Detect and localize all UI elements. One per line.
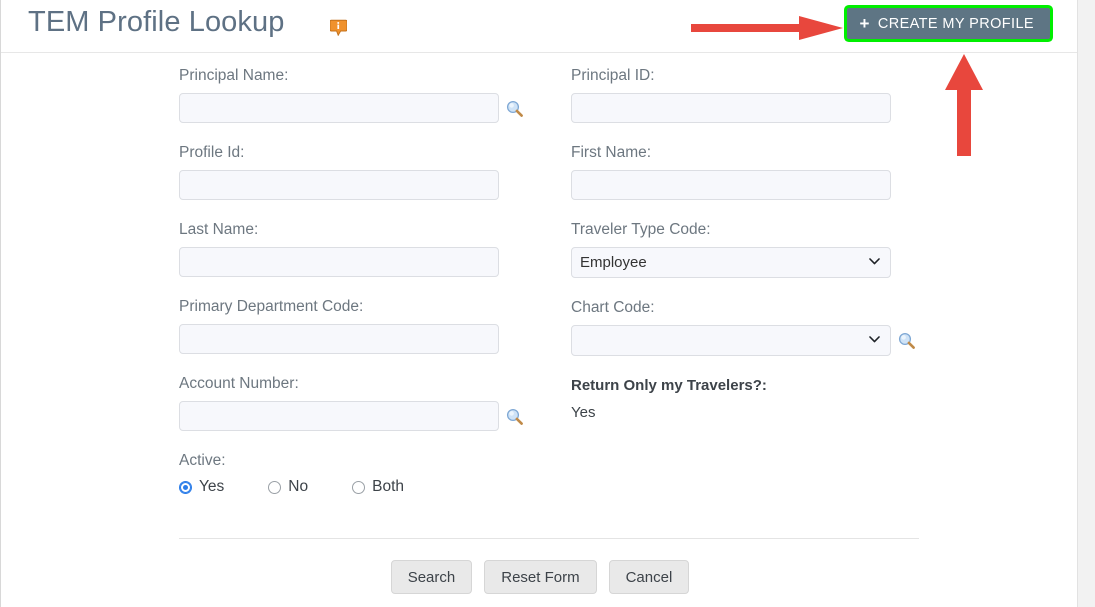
create-my-profile-button[interactable]: + CREATE MY PROFILE [846, 8, 1050, 39]
radio-label: No [288, 478, 309, 495]
input-profile-id[interactable] [179, 170, 499, 200]
field-profile-id: Profile Id: [179, 144, 529, 200]
label-profile-id: Profile Id: [179, 144, 245, 161]
label-return-only-my-travelers: Return Only my Travelers?: [571, 377, 767, 394]
reset-form-button[interactable]: Reset Form [484, 560, 597, 594]
input-principal-id[interactable] [571, 93, 891, 123]
active-radio-group: Yes No Both [179, 478, 529, 496]
magnifying-glass-icon[interactable] [898, 332, 915, 349]
page-title: TEM Profile Lookup [28, 6, 285, 38]
form-right-column: Principal ID: First Name: Traveler Type Co… [571, 67, 921, 442]
input-row [179, 93, 529, 123]
input-primary-department-code[interactable] [179, 324, 499, 354]
input-row [571, 170, 921, 200]
radio-dot[interactable] [268, 480, 282, 494]
radio-label: Both [372, 478, 405, 495]
field-traveler-type-code: Traveler Type Code: Employee [571, 221, 921, 278]
cancel-button[interactable]: Cancel [608, 560, 690, 594]
label-first-name: First Name: [571, 144, 652, 161]
label-principal-name: Principal Name: [179, 67, 289, 84]
input-row [179, 324, 529, 354]
field-first-name: First Name: [571, 144, 921, 200]
input-account-number[interactable] [179, 401, 499, 431]
select-traveler-type-code[interactable]: Employee [571, 247, 891, 278]
create-my-profile-label: CREATE MY PROFILE [877, 15, 1034, 32]
radio-label: Yes [199, 478, 225, 495]
field-active: Active: Yes No Both [179, 452, 529, 496]
radio-active-no[interactable]: No [268, 478, 308, 496]
input-row [571, 325, 921, 356]
field-principal-name: Principal Name: [179, 67, 529, 123]
page-header: TEM Profile Lookup + CREATE MY PROFILE [1, 0, 1077, 53]
field-return-only-my-travelers: Return Only my Travelers?: Yes [571, 377, 921, 421]
field-principal-id: Principal ID: [571, 67, 921, 123]
input-row: Employee [571, 247, 921, 278]
field-last-name: Last Name: [179, 221, 529, 277]
input-last-name[interactable] [179, 247, 499, 277]
magnifying-glass-icon[interactable] [506, 408, 523, 425]
magnifying-glass-icon[interactable] [506, 100, 523, 117]
radio-active-yes[interactable]: Yes [179, 478, 224, 496]
page-container: TEM Profile Lookup + CREATE MY PROFILE P… [0, 0, 1078, 607]
footer-button-group: Search Reset Form Cancel [1, 560, 1077, 594]
lookup-form: Principal Name: Profile Id: Last Name: Prim… [1, 53, 1077, 495]
select-chart-code[interactable] [571, 325, 891, 356]
radio-dot[interactable] [352, 480, 366, 494]
value-return-only-my-travelers: Yes [571, 404, 596, 421]
input-row [179, 170, 529, 200]
select-wrapper [571, 325, 891, 356]
form-left-column: Principal Name: Profile Id: Last Name: Prim… [179, 67, 529, 517]
input-row [571, 93, 921, 123]
input-first-name[interactable] [571, 170, 891, 200]
field-primary-department-code: Primary Department Code: [179, 298, 529, 354]
input-principal-name[interactable] [179, 93, 499, 123]
field-account-number: Account Number: [179, 375, 529, 431]
field-chart-code: Chart Code: [571, 299, 921, 356]
label-chart-code: Chart Code: [571, 299, 655, 316]
label-last-name: Last Name: [179, 221, 259, 238]
label-traveler-type-code: Traveler Type Code: [571, 221, 711, 238]
input-row [179, 401, 529, 431]
label-principal-id: Principal ID: [571, 67, 655, 84]
label-account-number: Account Number: [179, 375, 299, 392]
label-primary-department-code: Primary Department Code: [179, 298, 364, 315]
select-wrapper: Employee [571, 247, 891, 278]
label-active: Active: [179, 452, 226, 469]
input-row [179, 247, 529, 277]
info-bubble-icon[interactable] [330, 19, 347, 36]
footer-divider [179, 538, 919, 539]
search-button[interactable]: Search [390, 560, 473, 594]
plus-icon: + [859, 13, 870, 33]
radio-dot[interactable] [179, 480, 192, 494]
radio-active-both[interactable]: Both [352, 478, 404, 496]
